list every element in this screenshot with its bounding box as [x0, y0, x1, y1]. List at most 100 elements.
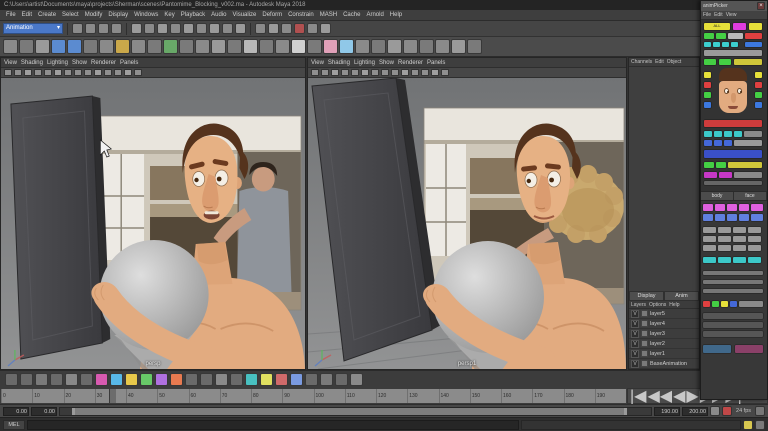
bottom-toolbar-icon[interactable]: [275, 373, 288, 386]
picker-select-button[interactable]: [704, 102, 711, 108]
picker-select-button[interactable]: [748, 227, 761, 233]
snap-icon[interactable]: [131, 23, 142, 34]
bottom-toolbar-icon[interactable]: [245, 373, 258, 386]
picker-select-button[interactable]: [748, 245, 761, 251]
layer-menu-help[interactable]: Help: [669, 302, 679, 308]
picker-select-button[interactable]: [744, 131, 762, 137]
picker-select-button[interactable]: [714, 131, 722, 137]
picker-select-button[interactable]: [704, 92, 711, 98]
picker-menu-view[interactable]: View: [726, 12, 737, 18]
range-slider-handle[interactable]: [71, 407, 628, 415]
snap-icon[interactable]: [183, 23, 194, 34]
shelf-icon[interactable]: [275, 39, 290, 54]
layer-visibility-toggle[interactable]: V: [631, 309, 639, 318]
channel-box-empty-area[interactable]: [629, 67, 699, 291]
layer-row[interactable]: Vlayer1: [629, 349, 699, 359]
channel-menu-edit[interactable]: Edit: [655, 59, 664, 65]
menu-set-dropdown[interactable]: Animation ▾: [3, 23, 63, 34]
bottom-toolbar-icon[interactable]: [260, 373, 273, 386]
timeline-tick-140[interactable]: 140: [438, 389, 470, 403]
timeline-tick-90[interactable]: 90: [282, 389, 313, 403]
viewport-toolbar-icon[interactable]: [321, 69, 329, 76]
snap-icon[interactable]: [209, 23, 220, 34]
picker-select-button[interactable]: [716, 33, 726, 39]
layer-color-swatch[interactable]: [641, 360, 648, 367]
picker-select-button[interactable]: [739, 214, 749, 221]
shelf-icon[interactable]: [179, 39, 194, 54]
picker-select-button[interactable]: [703, 289, 763, 293]
picker-select-button[interactable]: [703, 245, 716, 251]
picker-character-face[interactable]: [719, 68, 747, 114]
bottom-toolbar-icon[interactable]: [305, 373, 318, 386]
viewport-toolbar-icon[interactable]: [421, 69, 429, 76]
panel-menu-shading[interactable]: Shading: [21, 60, 43, 66]
menu-mash[interactable]: MASH: [317, 12, 340, 18]
menu-visualize[interactable]: Visualize: [229, 12, 259, 18]
viewport-toolbar-icon[interactable]: [64, 69, 72, 76]
bottom-toolbar-icon[interactable]: [95, 373, 108, 386]
timeline-tick-80[interactable]: 80: [251, 389, 282, 403]
picker-select-button[interactable]: [733, 23, 746, 30]
picker-select-button[interactable]: [751, 204, 763, 211]
selection-mask-icon[interactable]: [98, 23, 109, 34]
shelf-icon[interactable]: [195, 39, 210, 54]
shelf-icon[interactable]: [243, 39, 258, 54]
timeline-tick-150[interactable]: 150: [469, 389, 501, 403]
viewport-toolbar-icon[interactable]: [341, 69, 349, 76]
timeline-tick-10[interactable]: 10: [32, 389, 63, 403]
picker-select-button[interactable]: [712, 301, 719, 307]
layer-visibility-toggle[interactable]: V: [631, 359, 639, 368]
viewport-toolbar-icon[interactable]: [34, 69, 42, 76]
layer-row[interactable]: Vlayer3: [629, 329, 699, 339]
picker-select-button[interactable]: [748, 236, 761, 242]
timeline-tick-40[interactable]: 40: [126, 389, 157, 403]
panel-menu-shading[interactable]: Shading: [328, 60, 350, 66]
picker-select-button[interactable]: [704, 42, 711, 47]
script-editor-icon[interactable]: [743, 419, 753, 430]
picker-menu-edit[interactable]: Edit: [714, 12, 723, 18]
bottom-toolbar-icon[interactable]: [80, 373, 93, 386]
picker-select-button[interactable]: [703, 322, 763, 328]
bottom-toolbar-icon[interactable]: [125, 373, 138, 386]
selection-mask-icon[interactable]: [111, 23, 122, 34]
picker-select-button[interactable]: [718, 236, 731, 242]
picker-face-eye-left[interactable]: [724, 88, 729, 94]
picker-select-button[interactable]: [727, 204, 737, 211]
playback-button--[interactable]: |◀: [630, 386, 646, 406]
playback-button--[interactable]: ▶: [686, 386, 698, 406]
picker-face-mouth[interactable]: [728, 106, 738, 109]
picker-select-button[interactable]: [731, 42, 738, 47]
animation-start-field[interactable]: 0.00: [3, 406, 29, 416]
shelf-icon[interactable]: [99, 39, 114, 54]
panel-menu-show[interactable]: Show: [72, 60, 87, 66]
bottom-toolbar-icon[interactable]: [215, 373, 228, 386]
shelf-icon[interactable]: [403, 39, 418, 54]
picker-select-button[interactable]: [751, 214, 763, 221]
layer-visibility-toggle[interactable]: V: [631, 339, 639, 348]
picker-select-button[interactable]: [716, 162, 726, 168]
menu-file[interactable]: File: [3, 12, 19, 18]
shelf-icon[interactable]: [147, 39, 162, 54]
snap-icon[interactable]: [170, 23, 181, 34]
picker-select-button[interactable]: [733, 245, 746, 251]
picker-select-button[interactable]: [734, 59, 762, 65]
shelf-icon[interactable]: [467, 39, 482, 54]
shelf-icon[interactable]: [307, 39, 322, 54]
picker-select-button[interactable]: [745, 42, 762, 47]
picker-select-button[interactable]: [719, 172, 732, 178]
picker-menu-file[interactable]: File: [703, 12, 711, 18]
timeline-tick-120[interactable]: 120: [376, 389, 407, 403]
timeline-tick-100[interactable]: 100: [313, 389, 345, 403]
picker-select-button[interactable]: [703, 271, 763, 275]
viewport-toolbar-icon[interactable]: [361, 69, 369, 76]
shelf-icon[interactable]: [163, 39, 178, 54]
panel-menu-show[interactable]: Show: [379, 60, 394, 66]
bottom-toolbar-icon[interactable]: [200, 373, 213, 386]
shelf-icon[interactable]: [227, 39, 242, 54]
panel-menu-renderer[interactable]: Renderer: [91, 60, 116, 66]
picker-canvas-extra[interactable]: [701, 201, 767, 399]
picker-select-button[interactable]: [703, 236, 716, 242]
picker-select-button[interactable]: [704, 162, 714, 168]
bottom-toolbar-icon[interactable]: [35, 373, 48, 386]
timeline-tick-0[interactable]: 0: [1, 389, 32, 403]
